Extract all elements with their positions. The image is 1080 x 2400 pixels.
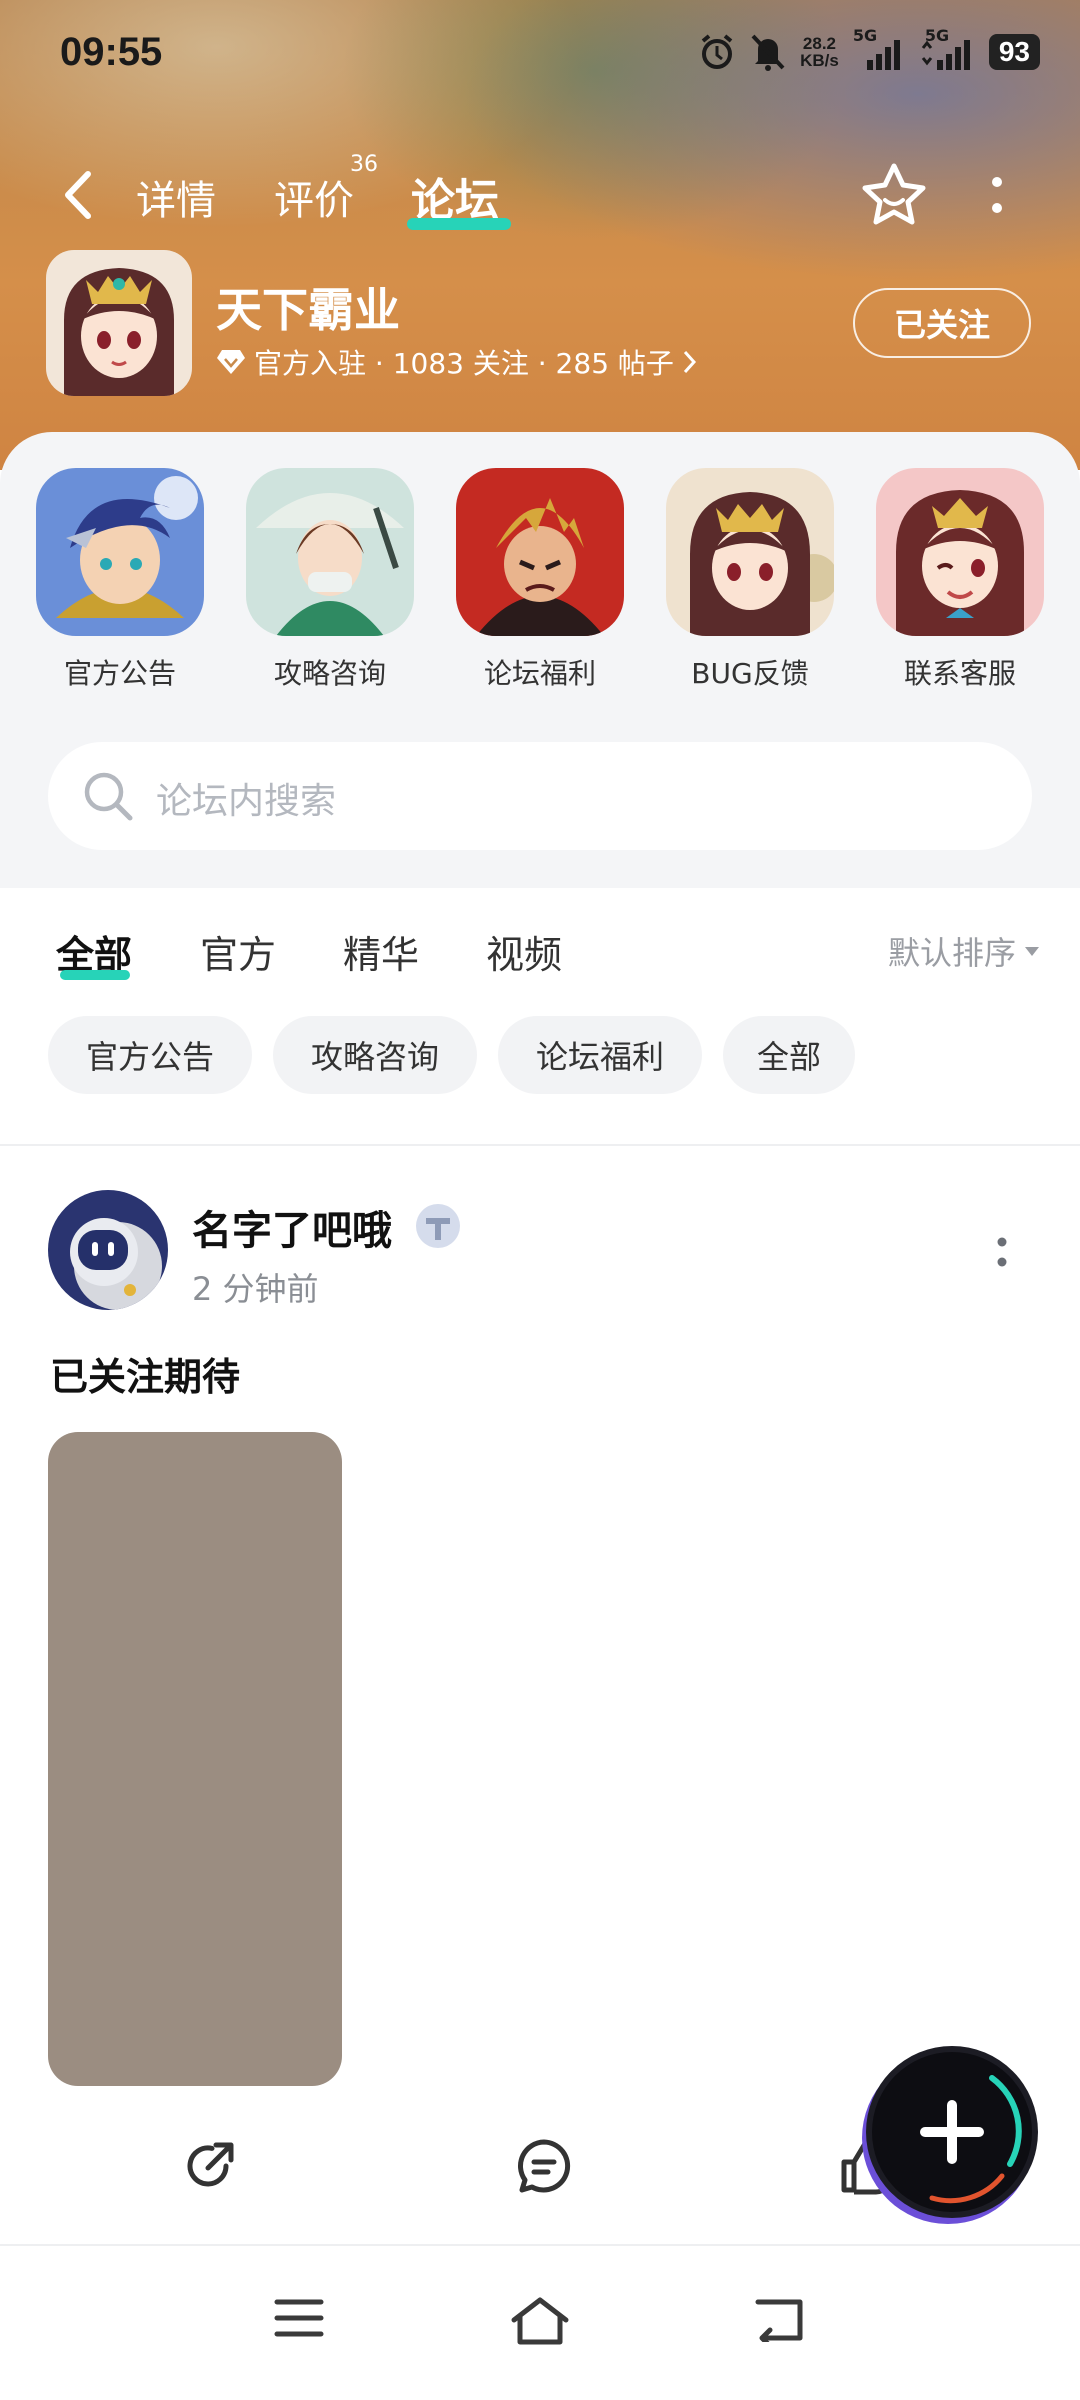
comment-icon[interactable] xyxy=(514,2136,574,2196)
section-divider xyxy=(0,1144,1080,1146)
chip-official-notice[interactable]: 官方公告 xyxy=(48,1016,252,1094)
category-welfare[interactable]: 论坛福利 xyxy=(455,468,625,692)
category-customer-service[interactable]: 联系客服 xyxy=(875,468,1045,692)
system-navigation-bar xyxy=(0,2246,1080,2400)
back-nav-icon[interactable] xyxy=(754,2296,806,2342)
more-vertical-icon[interactable] xyxy=(994,1234,1010,1270)
follow-button[interactable]: 已关注 xyxy=(853,288,1031,358)
signal-2-icon xyxy=(921,40,970,70)
category-image xyxy=(666,468,834,636)
category-image xyxy=(456,468,624,636)
game-header: 09:55 28.2 KB/s 5G 5G 93 详情 评价 36 论坛 天下霸… xyxy=(0,0,1080,470)
category-label: 官方公告 xyxy=(63,657,176,690)
category-label: BUG反馈 xyxy=(691,657,809,690)
tab-reviews[interactable]: 评价 xyxy=(274,168,354,226)
forum-category-panel: 官方公告 攻略咨询 论坛福利 BUG反馈 联系客服 论坛内搜索 xyxy=(0,432,1080,888)
signal-1: 5G xyxy=(853,26,905,72)
game-title: 天下霸业 xyxy=(216,283,400,337)
status-icons: 28.2 KB/s 5G 5G 93 xyxy=(698,26,1040,72)
filter-tab-underline xyxy=(60,970,130,980)
category-bug-report[interactable]: BUG反馈 xyxy=(665,468,835,692)
sort-label: 默认排序 xyxy=(887,934,1016,972)
search-icon xyxy=(84,772,133,821)
post-image[interactable] xyxy=(48,1432,342,2086)
chevron-right-icon xyxy=(683,350,696,374)
back-icon[interactable] xyxy=(56,168,100,222)
sort-dropdown[interactable]: 默认排序 xyxy=(888,928,1040,974)
net-speed: 28.2 KB/s xyxy=(800,35,839,69)
mute-bell-icon xyxy=(751,34,785,71)
signal-1-icon xyxy=(866,40,900,70)
robot-avatar-art xyxy=(48,1190,168,1310)
category-label: 攻略咨询 xyxy=(273,657,386,690)
category-official-notice[interactable]: 官方公告 xyxy=(35,468,205,692)
share-icon[interactable] xyxy=(180,2136,240,2196)
avatar[interactable] xyxy=(48,1190,168,1310)
net-speed-unit: KB/s xyxy=(800,51,839,70)
chip-welfare[interactable]: 论坛福利 xyxy=(498,1016,702,1094)
chip-all[interactable]: 全部 xyxy=(723,1016,855,1094)
forum-search-bar[interactable]: 论坛内搜索 xyxy=(48,742,1032,850)
category-label: 联系客服 xyxy=(903,657,1016,690)
star-face-icon[interactable] xyxy=(858,160,930,232)
warrior-red-art xyxy=(456,468,624,636)
filter-tab-official[interactable]: 官方 xyxy=(200,924,276,979)
post-timestamp: 2 分钟前 xyxy=(192,1270,319,1308)
category-image xyxy=(246,468,414,636)
filter-tabs: 全部 官方 精华 视频 默认排序 xyxy=(0,888,1080,1008)
category-label: 论坛福利 xyxy=(483,657,596,690)
filter-tab-video[interactable]: 视频 xyxy=(486,924,562,979)
tab-forum-underline xyxy=(407,218,511,230)
signal-2: 5G xyxy=(919,26,975,72)
user-badge-icon xyxy=(416,1204,460,1248)
search-input[interactable]: 论坛内搜索 xyxy=(156,772,336,824)
heroine-wink-art xyxy=(876,468,1044,636)
plus-icon xyxy=(947,2100,957,2164)
topic-chips: 官方公告 攻略咨询 论坛福利 全部 xyxy=(0,1016,1080,1096)
post-author-name[interactable]: 名字了吧哦 xyxy=(192,1198,392,1256)
menu-icon[interactable] xyxy=(274,2296,324,2340)
game-avatar-art xyxy=(46,250,192,396)
battery-indicator: 93 xyxy=(988,34,1040,70)
alarm-icon xyxy=(701,34,733,69)
game-meta[interactable]: 官方入驻 · 1083 关注 · 285 帖子 xyxy=(216,342,698,382)
status-time: 09:55 xyxy=(60,30,163,74)
hero-blue-art xyxy=(36,468,204,636)
game-meta-text: 官方入驻 · 1083 关注 · 285 帖子 xyxy=(254,347,674,380)
more-vertical-icon[interactable] xyxy=(985,168,1009,224)
category-image xyxy=(36,468,204,636)
create-post-button[interactable] xyxy=(872,2052,1032,2212)
sort-caret-icon xyxy=(1025,947,1039,956)
heroine-green-art xyxy=(246,468,414,636)
net-speed-value: 28.2 xyxy=(802,34,837,53)
heroine-crown-art xyxy=(666,468,834,636)
category-strategy[interactable]: 攻略咨询 xyxy=(245,468,415,692)
top-nav: 详情 评价 36 论坛 xyxy=(0,150,1080,240)
chip-strategy[interactable]: 攻略咨询 xyxy=(273,1016,477,1094)
category-image xyxy=(876,468,1044,636)
tab-details[interactable]: 详情 xyxy=(136,168,216,226)
diamond-icon xyxy=(217,350,245,374)
game-icon xyxy=(46,250,192,396)
post-content: 已关注期待 xyxy=(50,1355,241,1399)
filter-tab-featured[interactable]: 精华 xyxy=(343,924,419,979)
reviews-count-badge: 36 xyxy=(350,152,378,177)
home-icon[interactable] xyxy=(510,2296,570,2346)
status-bar: 09:55 28.2 KB/s 5G 5G 93 xyxy=(0,0,1080,110)
